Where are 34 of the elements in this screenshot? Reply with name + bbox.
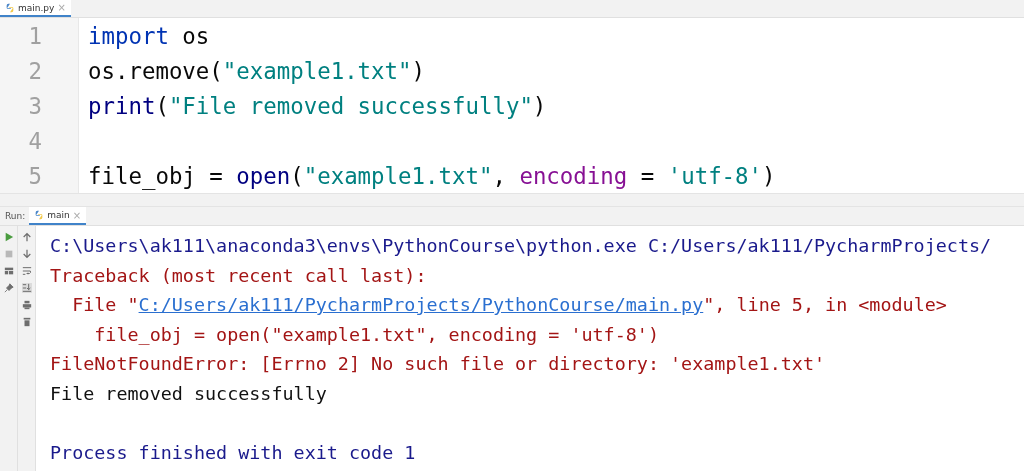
code-line: file_obj = open("example1.txt", encoding = 'utf-8') [88,162,776,189]
soft-wrap-icon[interactable] [21,266,32,276]
console-line: C:\Users\ak111\anaconda3\envs\PythonCourse\python.exe C:/Users/ak111/PycharmProjects/ [50,234,992,258]
code-line: print("File removed successfully") [88,92,547,119]
python-file-icon [34,210,45,220]
print-icon[interactable] [21,300,32,310]
tab-label: main [47,210,70,220]
code-line: os.remove("example1.txt") [88,57,426,84]
code-line: import os [88,22,210,49]
layout-icon[interactable] [3,266,14,276]
run-tab[interactable]: main × [29,207,87,225]
panel-label: Run: [4,211,26,221]
line-number: 1 [27,22,42,49]
down-arrow-icon[interactable] [21,249,32,259]
console-line: File removed successfully [50,381,327,406]
editor-tab[interactable]: main.py × [0,0,71,17]
console-line: Process finished with exit code 1 [50,440,416,465]
console-line: FileNotFoundError: [Errno 2] No such file or directory: 'example1.txt' [50,352,826,376]
console-line: file_obj = open("example1.txt", encoding = 'utf-8') [93,322,659,347]
console-line: File "C:/Users/ak111/PycharmProjects/PythonCourse/main.py", line 5, in <module> [71,293,947,317]
pin-icon[interactable] [3,283,14,293]
close-icon[interactable]: × [72,209,82,221]
scroll-to-end-icon[interactable] [21,283,32,293]
trash-icon[interactable] [21,317,32,327]
line-number: 3 [27,92,42,119]
run-icon[interactable] [3,232,14,242]
up-arrow-icon[interactable] [21,232,32,242]
python-file-icon [5,2,15,13]
file-link[interactable]: C:/Users/ak111/PycharmProjects/PythonCourse/main.py [138,294,704,315]
line-number: 5 [27,162,42,189]
line-number: 4 [27,127,42,154]
console-line: Traceback (most recent call last): [50,263,427,288]
tab-label: main.py [18,2,55,13]
line-number: 2 [27,57,42,84]
